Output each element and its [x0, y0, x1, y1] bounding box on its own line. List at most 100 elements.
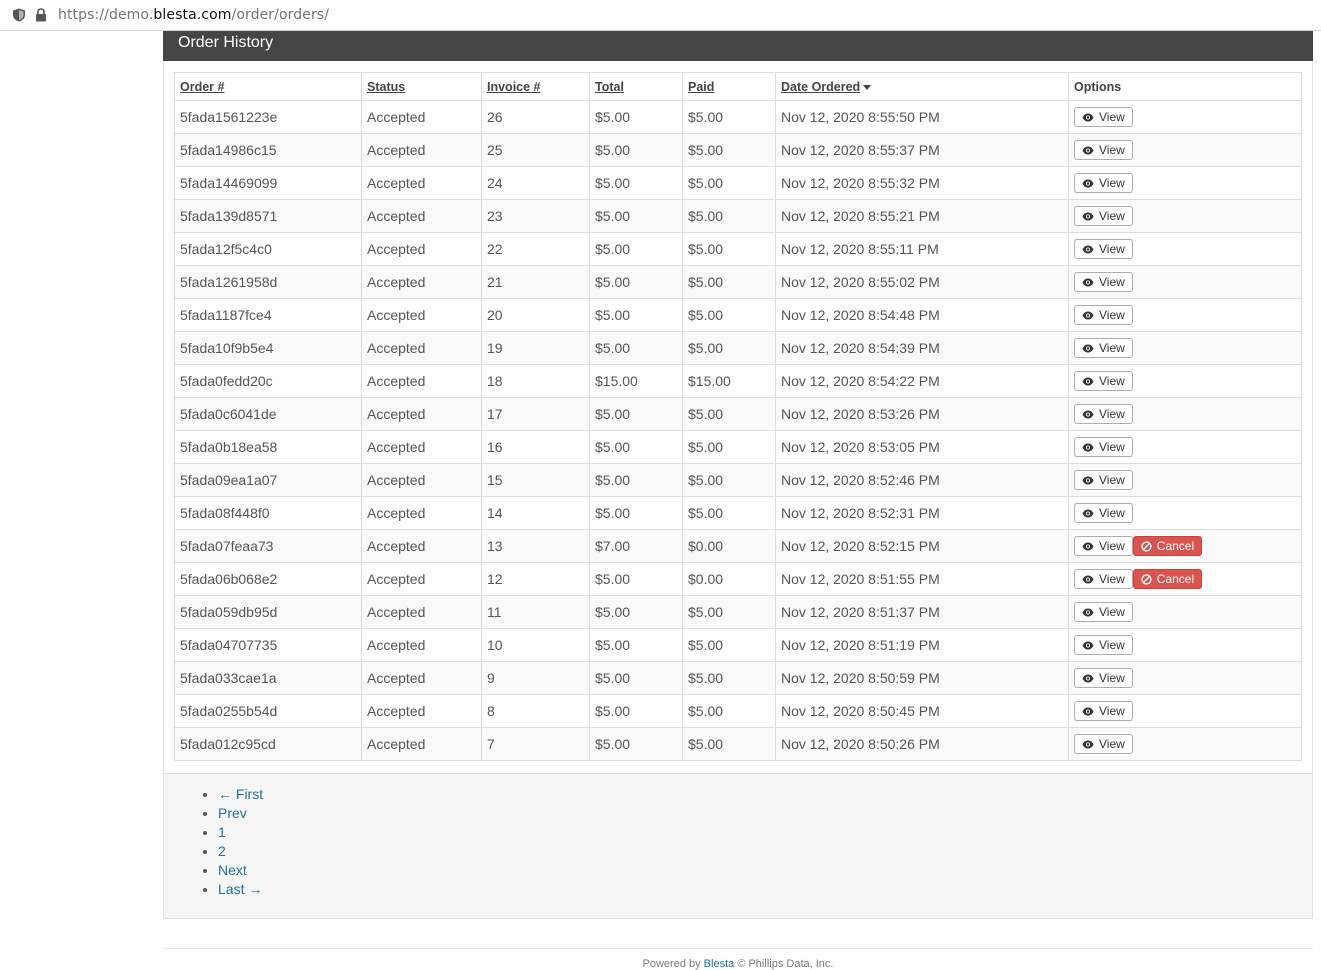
cell-paid: $5.00 [682, 694, 776, 728]
view-label: View [1099, 671, 1125, 685]
eye-icon [1082, 575, 1094, 583]
cell-total: $5.00 [589, 430, 683, 464]
view-label: View [1099, 704, 1125, 718]
cell-options: View [1068, 331, 1302, 365]
table-row: 5fada08f448f0 Accepted 14 $5.00 $5.00 Nov 12,… [174, 496, 1302, 530]
pagination-item: Next [218, 861, 263, 880]
th-total[interactable]: Total [589, 72, 683, 101]
page-1-link[interactable]: 1 [218, 824, 226, 840]
view-button[interactable]: View [1074, 536, 1133, 556]
th-invoice[interactable]: Invoice # [481, 72, 590, 101]
sort-paid-link[interactable]: Paid [688, 80, 714, 94]
last-page-link[interactable]: Last → [218, 881, 262, 897]
sort-date-link[interactable]: Date Ordered [781, 80, 860, 94]
cell-total: $5.00 [589, 628, 683, 662]
cell-total: $5.00 [589, 232, 683, 266]
sort-status-link[interactable]: Status [367, 80, 405, 94]
eye-icon [1082, 674, 1094, 682]
view-button[interactable]: View [1074, 734, 1133, 754]
cell-invoice: 11 [481, 595, 590, 629]
cell-paid: $5.00 [682, 265, 776, 299]
cell-order: 5fada0255b54d [174, 694, 362, 728]
th-status[interactable]: Status [361, 72, 482, 101]
cancel-button[interactable]: Cancel [1132, 569, 1203, 589]
eye-icon [1082, 344, 1094, 352]
table-row: 5fada1261958d Accepted 21 $5.00 $5.00 Nov 12,… [174, 265, 1302, 299]
pagination-item: Prev [218, 804, 263, 823]
cell-paid: $5.00 [682, 331, 776, 365]
view-label: View [1099, 341, 1125, 355]
cell-paid: $15.00 [682, 364, 776, 398]
cell-date: Nov 12, 2020 8:51:19 PM [775, 628, 1069, 662]
view-button[interactable]: View [1074, 239, 1133, 259]
cell-total: $7.00 [589, 529, 683, 563]
view-button[interactable]: View [1074, 305, 1133, 325]
th-date[interactable]: Date Ordered [775, 72, 1069, 101]
cell-order: 5fada139d8571 [174, 199, 362, 233]
eye-icon [1082, 278, 1094, 286]
view-button[interactable]: View [1074, 371, 1133, 391]
view-button[interactable]: View [1074, 404, 1133, 424]
cell-invoice: 24 [481, 166, 590, 200]
view-button[interactable]: View [1074, 470, 1133, 490]
view-label: View [1099, 374, 1125, 388]
cell-date: Nov 12, 2020 8:55:02 PM [775, 265, 1069, 299]
caret-down-icon [863, 84, 872, 90]
footer-brand-link[interactable]: Blesta [704, 958, 735, 970]
view-button[interactable]: View [1074, 140, 1133, 160]
ban-icon [1141, 540, 1152, 552]
eye-icon [1082, 509, 1094, 517]
cell-date: Nov 12, 2020 8:55:32 PM [775, 166, 1069, 200]
browser-url-bar[interactable]: https://demo.blesta.com/order/orders/ [0, 0, 1321, 31]
url-text[interactable]: https://demo.blesta.com/order/orders/ [58, 7, 329, 23]
th-paid[interactable]: Paid [682, 72, 776, 101]
cell-order: 5fada07feaa73 [174, 529, 362, 563]
view-button[interactable]: View [1074, 338, 1133, 358]
view-button[interactable]: View [1074, 107, 1133, 127]
panel-body: Order # Status Invoice # Total Paid Date… [164, 61, 1312, 774]
cell-options: View [1068, 199, 1302, 233]
panel-title: Order History [178, 34, 274, 51]
cell-invoice: 14 [481, 496, 590, 530]
eye-icon [1082, 476, 1094, 484]
table-row: 5fada1561223e Accepted 26 $5.00 $5.00 Nov 12,… [174, 100, 1302, 134]
cancel-button[interactable]: Cancel [1132, 536, 1203, 556]
view-button[interactable]: View [1074, 569, 1133, 589]
cell-paid: $5.00 [682, 727, 776, 761]
cell-paid: $5.00 [682, 595, 776, 629]
view-button[interactable]: View [1074, 602, 1133, 622]
view-button[interactable]: View [1074, 437, 1133, 457]
page-2-link[interactable]: 2 [218, 843, 226, 859]
view-button[interactable]: View [1074, 206, 1133, 226]
cell-paid: $5.00 [682, 100, 776, 134]
table-row: 5fada07feaa73 Accepted 13 $7.00 $0.00 Nov 12,… [174, 529, 1302, 563]
cell-date: Nov 12, 2020 8:53:26 PM [775, 397, 1069, 431]
first-page-link[interactable]: ← First [218, 786, 263, 802]
view-button[interactable]: View [1074, 701, 1133, 721]
next-page-link[interactable]: Next [218, 862, 247, 878]
view-button[interactable]: View [1074, 272, 1133, 292]
eye-icon [1082, 113, 1094, 121]
eye-icon [1082, 542, 1094, 550]
cell-order: 5fada1561223e [174, 100, 362, 134]
prev-page-link[interactable]: Prev [218, 805, 247, 821]
sort-total-link[interactable]: Total [595, 80, 624, 94]
view-label: View [1099, 176, 1125, 190]
cell-order: 5fada1187fce4 [174, 298, 362, 332]
eye-icon [1082, 179, 1094, 187]
eye-icon [1082, 410, 1094, 418]
table-row: 5fada012c95cd Accepted 7 $5.00 $5.00 Nov 12, … [174, 727, 1302, 761]
cell-invoice: 16 [481, 430, 590, 464]
sort-order-link[interactable]: Order # [180, 80, 224, 94]
cell-status: Accepted [361, 496, 482, 530]
th-order[interactable]: Order # [174, 72, 362, 101]
sort-invoice-link[interactable]: Invoice # [487, 80, 541, 94]
cell-date: Nov 12, 2020 8:55:21 PM [775, 199, 1069, 233]
view-button[interactable]: View [1074, 635, 1133, 655]
cell-order: 5fada14469099 [174, 166, 362, 200]
cell-invoice: 9 [481, 661, 590, 695]
eye-icon [1082, 311, 1094, 319]
view-button[interactable]: View [1074, 503, 1133, 523]
view-button[interactable]: View [1074, 173, 1133, 193]
view-button[interactable]: View [1074, 668, 1133, 688]
